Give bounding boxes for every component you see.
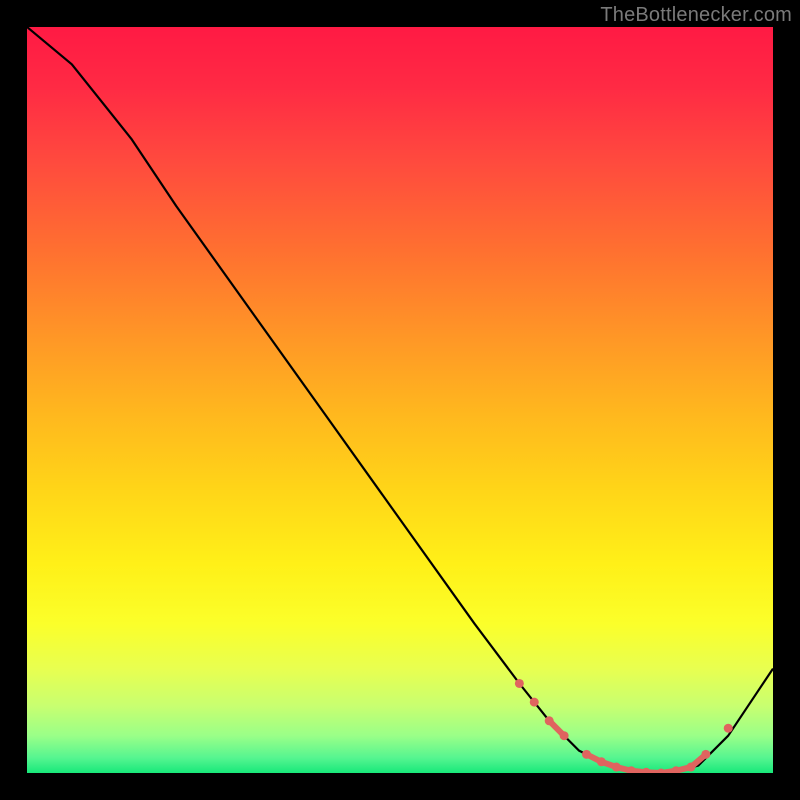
marker-dot xyxy=(515,679,524,688)
chart-svg xyxy=(27,27,773,773)
chart-frame xyxy=(27,27,773,773)
marker-dot xyxy=(724,724,733,733)
bottleneck-curve xyxy=(27,27,773,773)
attribution-text: TheBottlenecker.com xyxy=(600,4,792,27)
marker-dot xyxy=(560,731,569,740)
marker-dot xyxy=(530,698,539,707)
marker-dot xyxy=(701,750,710,759)
marker-group xyxy=(515,679,733,773)
